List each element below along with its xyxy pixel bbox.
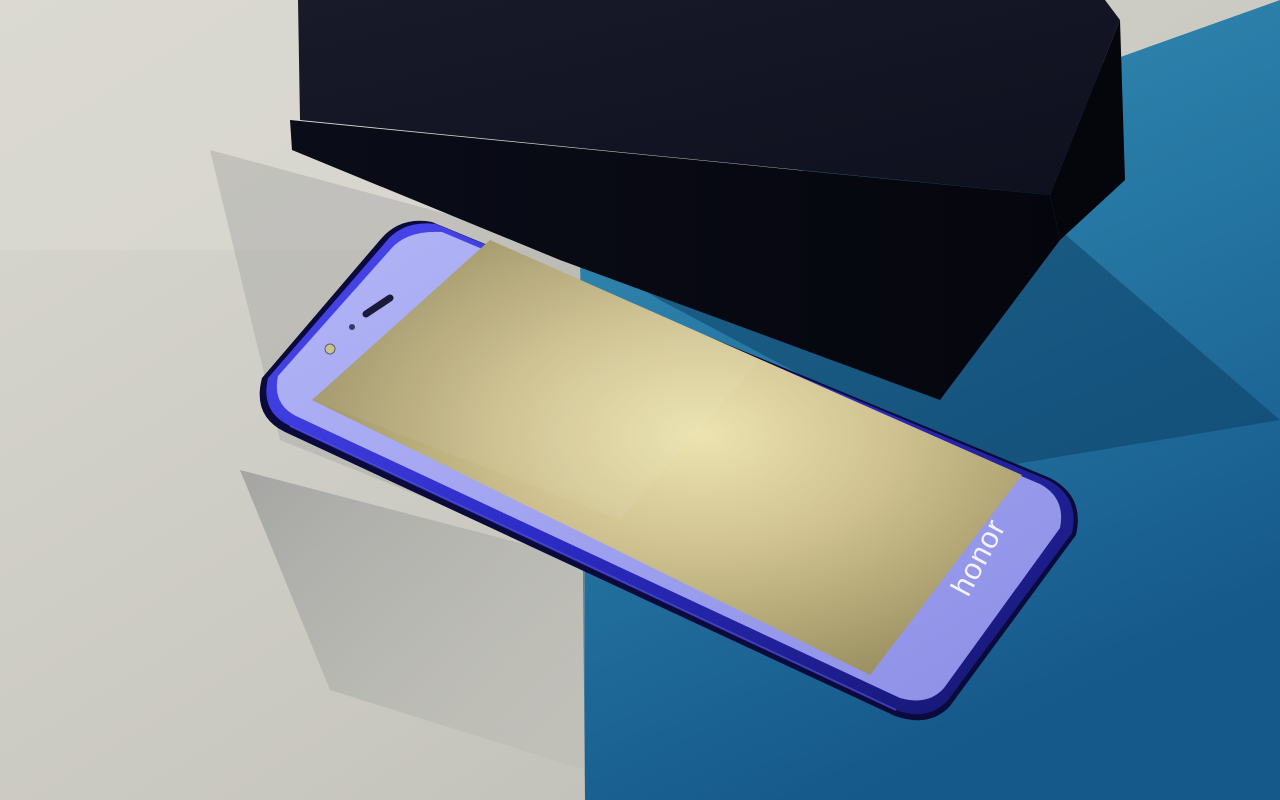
front-camera-icon [324,343,336,355]
product-photo-scene: honor [0,0,1280,800]
proximity-sensor-icon [349,324,355,330]
scene-illustration: honor [0,0,1280,800]
